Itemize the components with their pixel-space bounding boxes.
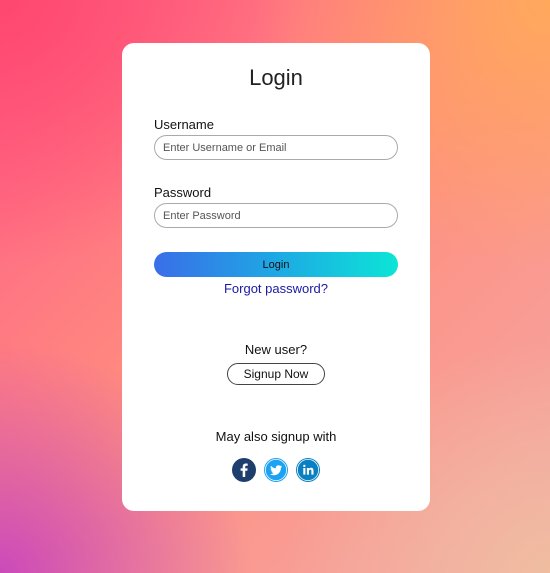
password-input[interactable] (154, 203, 398, 228)
forgot-password-link[interactable]: Forgot password? (122, 281, 430, 296)
login-card: Login Username Password Login Forgot pas… (122, 43, 430, 511)
signup-now-button[interactable]: Signup Now (227, 363, 325, 385)
username-input[interactable] (154, 135, 398, 160)
facebook-icon[interactable] (232, 458, 256, 482)
twitter-icon[interactable] (264, 458, 288, 482)
new-user-text: New user? (244, 342, 308, 357)
password-label: Password (154, 185, 212, 200)
username-label: Username (154, 117, 214, 132)
login-button[interactable]: Login (154, 252, 398, 277)
page-title: Login (249, 65, 303, 90)
social-signup-text: May also signup with (215, 429, 337, 444)
linkedin-icon[interactable] (296, 458, 320, 482)
